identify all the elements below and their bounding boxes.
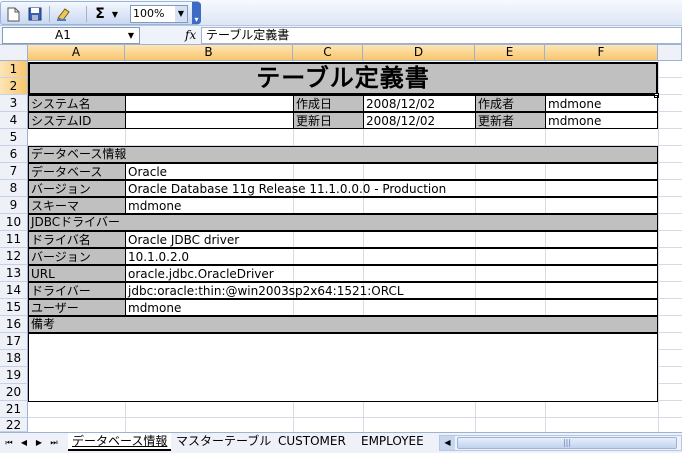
row-header[interactable]: 7 bbox=[0, 163, 28, 180]
prev-sheet-icon[interactable]: ◀ bbox=[18, 436, 30, 450]
jdbc-section-header[interactable]: JDBCドライバー bbox=[28, 214, 658, 231]
row-header[interactable]: 20 bbox=[0, 384, 28, 401]
toolbar-separator bbox=[86, 6, 87, 22]
driver-version-value[interactable]: 10.1.0.2.0 bbox=[125, 248, 658, 265]
system-id-label[interactable]: システムID bbox=[28, 112, 126, 129]
system-name-label[interactable]: システム名 bbox=[28, 95, 126, 112]
chevron-down-icon[interactable]: ▼ bbox=[110, 5, 120, 23]
db-section-header[interactable]: データベース情報 bbox=[28, 146, 658, 163]
driver-value[interactable]: jdbc:oracle:thin:@win2003sp2x64:1521:ORC… bbox=[125, 282, 658, 299]
chevron-down-icon[interactable]: ▼ bbox=[175, 6, 187, 22]
updated-date-label[interactable]: 更新日 bbox=[293, 112, 364, 129]
name-box-value: A1 bbox=[55, 28, 71, 42]
tab-customer[interactable]: CUSTOMER bbox=[274, 433, 350, 451]
eraser-icon[interactable] bbox=[53, 5, 73, 23]
row-header[interactable]: 17 bbox=[0, 333, 28, 350]
scroll-left-icon[interactable]: ◀ bbox=[440, 436, 455, 450]
tab-database-info[interactable]: データベース情報 bbox=[68, 433, 172, 451]
column-header-a[interactable]: A bbox=[28, 45, 125, 61]
driver-version-label[interactable]: バージョン bbox=[28, 248, 126, 265]
horizontal-scrollbar[interactable]: ◀ ||| bbox=[439, 435, 682, 451]
toolbar-strip: Σ ▼ 100% ▼ bbox=[0, 1, 200, 25]
url-value[interactable]: oracle.jdbc.OracleDriver bbox=[125, 265, 658, 282]
user-value[interactable]: mdmone bbox=[125, 299, 658, 316]
zoom-value: 100% bbox=[133, 7, 165, 20]
function-icon[interactable]: fx bbox=[185, 27, 201, 44]
row-header[interactable]: 16 bbox=[0, 316, 28, 333]
row-header[interactable]: 21 bbox=[0, 401, 28, 418]
row-header[interactable]: 13 bbox=[0, 265, 28, 282]
row-header[interactable]: 3 bbox=[0, 95, 28, 112]
updater-label[interactable]: 更新者 bbox=[475, 112, 546, 129]
row-header[interactable]: 22 bbox=[0, 418, 28, 432]
system-id-value[interactable] bbox=[125, 112, 294, 129]
user-label[interactable]: ユーザー bbox=[28, 299, 126, 316]
column-header-d[interactable]: D bbox=[363, 45, 475, 61]
db-version-label[interactable]: バージョン bbox=[28, 180, 126, 197]
db-value[interactable]: Oracle bbox=[125, 163, 658, 180]
standard-toolbar: Σ ▼ 100% ▼ ▾ bbox=[0, 0, 682, 26]
driver-name-value[interactable]: Oracle JDBC driver bbox=[125, 231, 658, 248]
row-header[interactable]: 11 bbox=[0, 231, 28, 248]
row-header[interactable]: 9 bbox=[0, 197, 28, 214]
created-date-label[interactable]: 作成日 bbox=[293, 95, 364, 112]
row-header[interactable]: 8 bbox=[0, 180, 28, 197]
save-disk-icon[interactable] bbox=[25, 5, 45, 23]
schema-label[interactable]: スキーマ bbox=[28, 197, 126, 214]
created-date-value[interactable]: 2008/12/02 bbox=[363, 95, 476, 112]
row-header[interactable]: 2 bbox=[0, 78, 28, 95]
driver-label[interactable]: ドライバー bbox=[28, 282, 126, 299]
db-label[interactable]: データベース bbox=[28, 163, 126, 180]
last-sheet-icon[interactable]: ⏭ bbox=[48, 436, 60, 450]
column-header-b[interactable]: B bbox=[125, 45, 293, 61]
schema-value[interactable]: mdmone bbox=[125, 197, 658, 214]
notes-area[interactable] bbox=[28, 333, 658, 402]
tab-employee[interactable]: EMPLOYEE bbox=[357, 433, 428, 451]
row-header[interactable]: 5 bbox=[0, 129, 28, 146]
row-header[interactable]: 14 bbox=[0, 282, 28, 299]
updated-date-value[interactable]: 2008/12/02 bbox=[363, 112, 476, 129]
url-label[interactable]: URL bbox=[28, 265, 126, 282]
formula-input[interactable]: テーブル定義書 bbox=[201, 27, 682, 44]
row-header[interactable]: 4 bbox=[0, 112, 28, 129]
column-header-overflow bbox=[658, 45, 682, 61]
row-header[interactable]: 6 bbox=[0, 146, 28, 163]
new-document-icon[interactable] bbox=[3, 5, 23, 23]
row-header[interactable]: 12 bbox=[0, 248, 28, 265]
column-header-e[interactable]: E bbox=[475, 45, 545, 61]
sheet-tab-bar: ⏮ ◀ ▶ ⏭ データベース情報 マスターテーブル CUSTOMER EMPLO… bbox=[0, 432, 682, 453]
chevron-down-icon[interactable]: ▼ bbox=[124, 28, 138, 43]
sheet-title-cell[interactable]: テーブル定義書 bbox=[28, 62, 658, 95]
scroll-thumb[interactable]: ||| bbox=[457, 437, 677, 449]
row-header[interactable]: 15 bbox=[0, 299, 28, 316]
driver-name-label[interactable]: ドライバ名 bbox=[28, 231, 126, 248]
toolbar-options-grip[interactable]: ▾ bbox=[192, 2, 201, 24]
name-box[interactable]: A1 ▼ bbox=[2, 27, 140, 44]
grid-vline bbox=[658, 61, 659, 432]
author-value[interactable]: mdmone bbox=[545, 95, 658, 112]
row-header[interactable]: 18 bbox=[0, 350, 28, 367]
updater-value[interactable]: mdmone bbox=[545, 112, 658, 129]
autosum-button[interactable]: Σ bbox=[90, 5, 110, 23]
select-all-corner[interactable] bbox=[0, 45, 28, 61]
author-label[interactable]: 作成者 bbox=[475, 95, 546, 112]
first-sheet-icon[interactable]: ⏮ bbox=[3, 436, 15, 450]
column-header-f[interactable]: F bbox=[545, 45, 658, 61]
toolbar-separator bbox=[49, 6, 50, 22]
db-version-value[interactable]: Oracle Database 11g Release 11.1.0.0.0 -… bbox=[125, 180, 658, 197]
row-header[interactable]: 10 bbox=[0, 214, 28, 231]
column-header-c[interactable]: C bbox=[293, 45, 363, 61]
system-name-value[interactable] bbox=[125, 95, 294, 112]
row-header[interactable]: 19 bbox=[0, 367, 28, 384]
zoom-select[interactable]: 100% ▼ bbox=[130, 5, 188, 23]
next-sheet-icon[interactable]: ▶ bbox=[33, 436, 45, 450]
tab-master-table[interactable]: マスターテーブル bbox=[172, 433, 275, 451]
row-header[interactable]: 1 bbox=[0, 61, 28, 78]
formula-bar: A1 ▼ fx テーブル定義書 bbox=[0, 26, 682, 45]
notes-section-header[interactable]: 備考 bbox=[28, 316, 658, 333]
